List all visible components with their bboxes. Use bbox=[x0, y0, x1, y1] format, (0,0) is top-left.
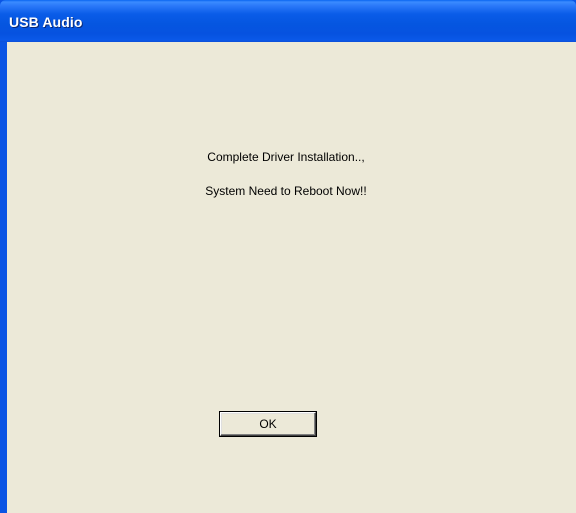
ok-button[interactable]: OK bbox=[219, 411, 317, 437]
message-line-1: Complete Driver Installation.., bbox=[207, 150, 365, 164]
window-title: USB Audio bbox=[9, 14, 83, 30]
dialog-window: USB Audio Complete Driver Installation..… bbox=[0, 0, 576, 513]
message-line-2: System Need to Reboot Now!! bbox=[205, 184, 367, 198]
dialog-body: Complete Driver Installation.., System N… bbox=[7, 42, 576, 513]
title-bar[interactable]: USB Audio bbox=[0, 0, 576, 42]
